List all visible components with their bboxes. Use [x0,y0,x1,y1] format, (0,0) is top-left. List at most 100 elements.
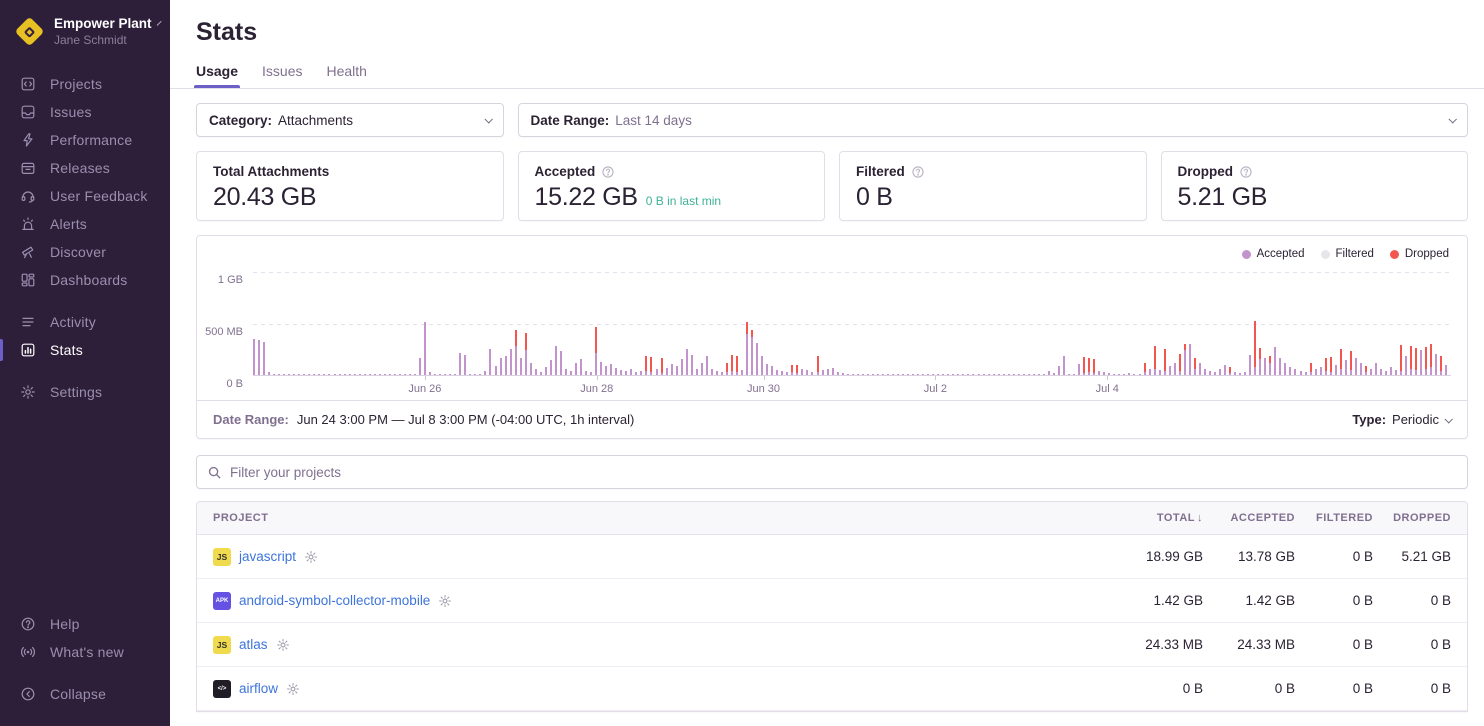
chart-type-dropdown[interactable]: Type: Periodic [1352,412,1451,427]
chart-bar [1083,357,1085,375]
x-axis-tick [764,376,765,380]
help-icon[interactable] [601,165,615,179]
sidebar-item-label: User Feedback [50,188,148,204]
column-header-project[interactable]: Project [213,512,1073,524]
chart-bar [902,374,904,375]
date-range-dropdown[interactable]: Date Range: Last 14 days [518,103,1469,137]
project-settings-icon[interactable] [276,638,290,652]
chart-bar [1269,356,1271,375]
chart-bar [1078,364,1080,375]
search-icon [207,465,222,480]
chart-bar [459,353,461,375]
chart-bar [449,374,451,375]
cell-dropped: 0 B [1373,681,1451,696]
chart-bar [334,374,336,375]
project-settings-icon[interactable] [438,594,452,608]
chart-bar [1440,356,1442,375]
category-dropdown[interactable]: Category: Attachments [196,103,504,137]
sidebar-item-performance[interactable]: Performance [0,126,170,154]
sidebar-item-what-s-new[interactable]: What's new [0,638,170,666]
nav-footer: Help What's new [0,610,170,666]
column-header-total[interactable]: Total↓ [1073,512,1203,524]
chart-bar [313,374,315,375]
project-link[interactable]: android-symbol-collector-mobile [239,593,430,608]
chart-bar [615,368,617,375]
tab-issues[interactable]: Issues [262,63,302,88]
legend-label: Accepted [1257,248,1305,260]
tab-usage[interactable]: Usage [196,63,238,88]
card-value: 20.43 GB [213,183,316,212]
sidebar-item-issues[interactable]: Issues [0,98,170,126]
card-accepted: Accepted15.22 GB0 B in last min [518,151,826,221]
column-header-filtered[interactable]: Filtered [1295,512,1373,524]
project-link[interactable]: atlas [239,637,268,652]
chart-bar [967,374,969,375]
org-user: Jane Schmidt [54,33,156,47]
sidebar-item-help[interactable]: Help [0,610,170,638]
chart-bar [1033,374,1035,375]
chart-bar [806,370,808,375]
project-filter-input[interactable] [230,465,1457,480]
chart-bar [947,374,949,375]
chart-bar [1043,374,1045,375]
page-header: Stats UsageIssuesHealth [170,0,1484,89]
project-link[interactable]: airflow [239,681,278,696]
category-label: Category: [209,113,272,128]
sidebar-item-stats[interactable]: Stats [0,336,170,364]
project-link[interactable]: javascript [239,549,296,564]
legend-item-dropped[interactable]: Dropped [1390,248,1449,260]
chart-bar [746,322,748,375]
chart-plot [253,272,1451,376]
chart-bar [1068,374,1070,375]
chart-bar [736,356,738,375]
sidebar-item-settings[interactable]: Settings [0,378,170,406]
column-header-dropped[interactable]: Dropped [1373,512,1451,524]
content: Category: Attachments Date Range: Last 1… [170,89,1484,712]
chart-bar [867,374,869,375]
chart-bar [1108,373,1110,375]
releases-icon [20,160,36,176]
sidebar-item-collapse[interactable]: Collapse [0,680,170,708]
cell-total: 0 B [1073,681,1203,696]
project-settings-icon[interactable] [286,682,300,696]
chart-bar [1380,369,1382,375]
legend-item-accepted[interactable]: Accepted [1242,248,1305,260]
sidebar-item-label: Releases [50,160,110,176]
card-filtered: Filtered0 B [839,151,1147,221]
chart-bar [565,369,567,375]
help-icon[interactable] [911,165,925,179]
alerts-icon [20,216,36,232]
column-header-accepted[interactable]: Accepted [1203,512,1295,524]
cell-filtered: 0 B [1295,637,1373,652]
chart-bars [253,272,1451,375]
sidebar-item-user-feedback[interactable]: User Feedback [0,182,170,210]
sidebar-item-alerts[interactable]: Alerts [0,210,170,238]
chart-bar [1294,369,1296,375]
chart-bar [1093,359,1095,375]
chart-bar [993,374,995,375]
chart-bar [505,356,507,375]
sidebar-item-activity[interactable]: Activity [0,308,170,336]
project-settings-icon[interactable] [304,550,318,564]
performance-icon [20,132,36,148]
x-tick-label: Jun 28 [580,383,613,395]
cell-filtered: 0 B [1295,593,1373,608]
chart-bar [1058,366,1060,375]
legend-item-filtered[interactable]: Filtered [1321,248,1374,260]
chart-bar [1365,366,1367,375]
chart-bar [424,322,426,375]
sidebar-item-discover[interactable]: Discover [0,238,170,266]
chart-bar [676,366,678,375]
chart-bar [1395,370,1397,375]
org-switcher[interactable]: Empower Plant Jane Schmidt [0,14,170,62]
sidebar-item-releases[interactable]: Releases [0,154,170,182]
chart-bar [897,374,899,375]
sidebar-item-label: Help [50,616,80,632]
sidebar-item-dashboards[interactable]: Dashboards [0,266,170,294]
chart-bar [263,342,265,375]
chart-bar [253,339,255,375]
help-icon[interactable] [1239,165,1253,179]
sidebar-item-projects[interactable]: Projects [0,70,170,98]
chart-bar [962,374,964,375]
tab-health[interactable]: Health [327,63,367,88]
